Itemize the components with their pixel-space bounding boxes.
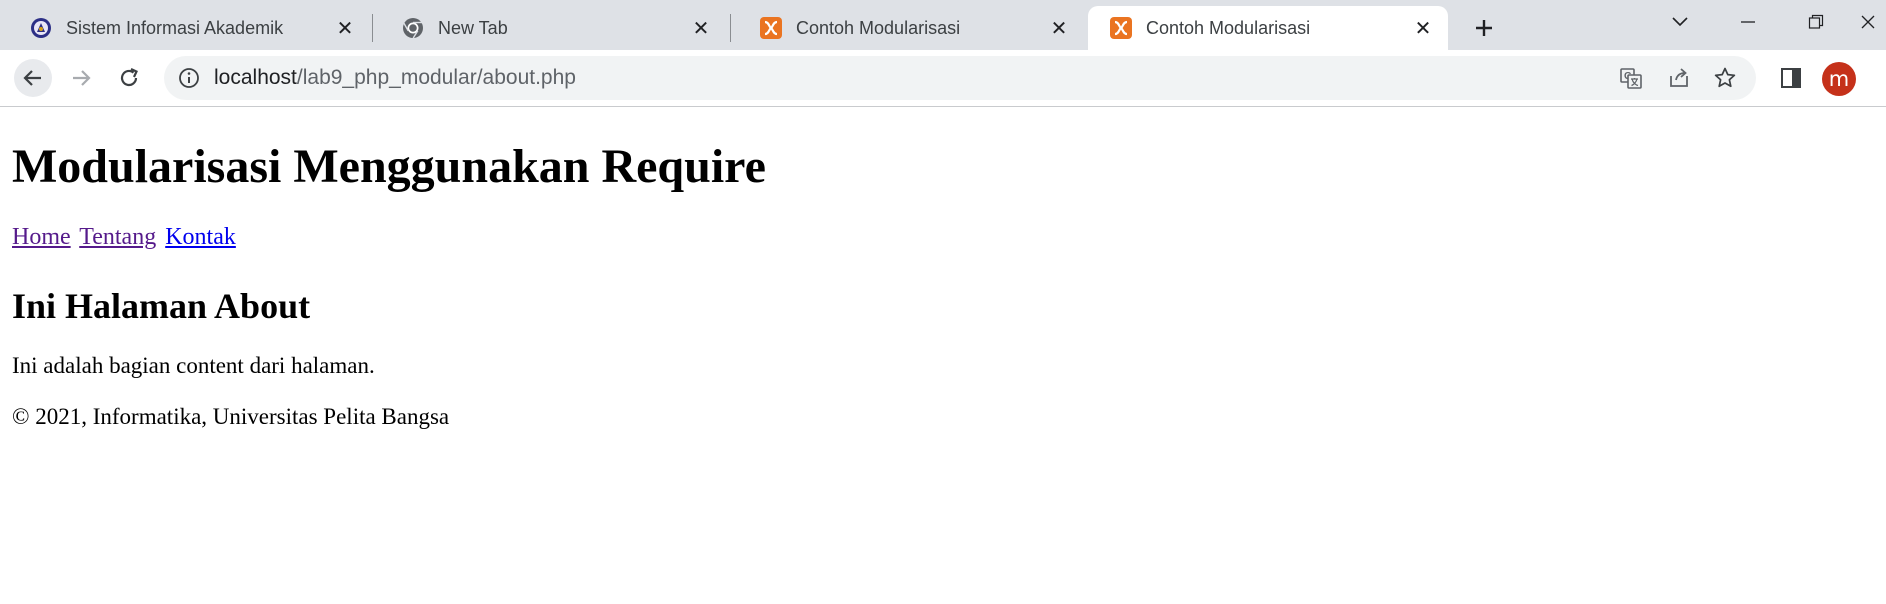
section-heading: Ini Halaman About — [12, 286, 311, 326]
chevron-down-icon — [1672, 17, 1688, 27]
new-tab-button[interactable] — [1466, 10, 1502, 46]
tab-contoh-modularisasi[interactable]: Contoh Modularisasi ✕ — [738, 6, 1084, 50]
tab-search-button[interactable] — [1652, 0, 1708, 44]
tab-contoh-modularisasi-active[interactable]: Contoh Modularisasi ✕ — [1088, 6, 1448, 50]
close-tab-icon[interactable]: ✕ — [688, 15, 714, 41]
restore-button[interactable] — [1788, 0, 1844, 44]
side-panel-icon[interactable] — [1778, 65, 1804, 91]
page-title: Modularisasi Menggunakan Require — [12, 140, 766, 193]
tab-separator — [730, 14, 731, 42]
profile-avatar[interactable]: m — [1822, 62, 1856, 96]
close-icon — [1861, 15, 1875, 29]
tab-strip: Sistem Informasi Akademik ✕ New Tab ✕ Co… — [0, 0, 1886, 50]
xampp-icon — [1110, 17, 1132, 39]
arrow-right-icon — [73, 70, 91, 86]
url-path: /lab9_php_modular/about.php — [296, 66, 576, 89]
close-tab-icon[interactable]: ✕ — [1046, 15, 1072, 41]
minimize-icon — [1741, 21, 1755, 23]
site-nav: Home Tentang Kontak — [12, 224, 239, 251]
close-tab-icon[interactable]: ✕ — [1410, 15, 1436, 41]
tab-new-tab[interactable]: New Tab ✕ — [380, 6, 726, 50]
bookmark-star-icon[interactable] — [1712, 65, 1738, 91]
tab-sistem-informasi[interactable]: Sistem Informasi Akademik ✕ — [8, 6, 370, 50]
address-bar[interactable]: localhost/lab9_php_modular/about.php G — [164, 56, 1756, 100]
minimize-button[interactable] — [1720, 0, 1776, 44]
arrow-left-icon — [23, 70, 41, 86]
nav-link-kontak[interactable]: Kontak — [165, 224, 236, 250]
university-crest-icon — [30, 17, 52, 39]
info-icon[interactable] — [178, 67, 200, 89]
share-icon[interactable] — [1666, 65, 1692, 91]
nav-link-tentang[interactable]: Tentang — [79, 224, 156, 250]
reload-icon — [120, 67, 138, 87]
tab-title: Contoh Modularisasi — [1146, 17, 1311, 38]
xampp-icon — [760, 17, 782, 39]
browser-toolbar: localhost/lab9_php_modular/about.php G m — [0, 50, 1886, 107]
tab-title: New Tab — [438, 17, 508, 38]
footer-text: © 2021, Informatika, Universitas Pelita … — [12, 404, 450, 429]
forward-button[interactable] — [62, 59, 100, 97]
restore-icon — [1808, 14, 1824, 29]
tab-title: Contoh Modularisasi — [796, 17, 961, 38]
plus-icon — [1476, 20, 1492, 36]
tab-title: Sistem Informasi Akademik — [66, 17, 284, 38]
chrome-icon — [402, 17, 424, 39]
reload-button[interactable] — [110, 59, 148, 97]
close-window-button[interactable] — [1850, 0, 1886, 44]
url-host: localhost — [214, 66, 297, 89]
close-tab-icon[interactable]: ✕ — [332, 15, 358, 41]
translate-icon[interactable]: G — [1618, 65, 1644, 91]
url-text[interactable]: localhost/lab9_php_modular/about.php — [214, 66, 576, 90]
tab-separator — [372, 14, 373, 42]
content-paragraph: Ini adalah bagian content dari halaman. — [12, 353, 375, 378]
nav-link-home[interactable]: Home — [12, 224, 71, 250]
back-button[interactable] — [14, 59, 52, 97]
